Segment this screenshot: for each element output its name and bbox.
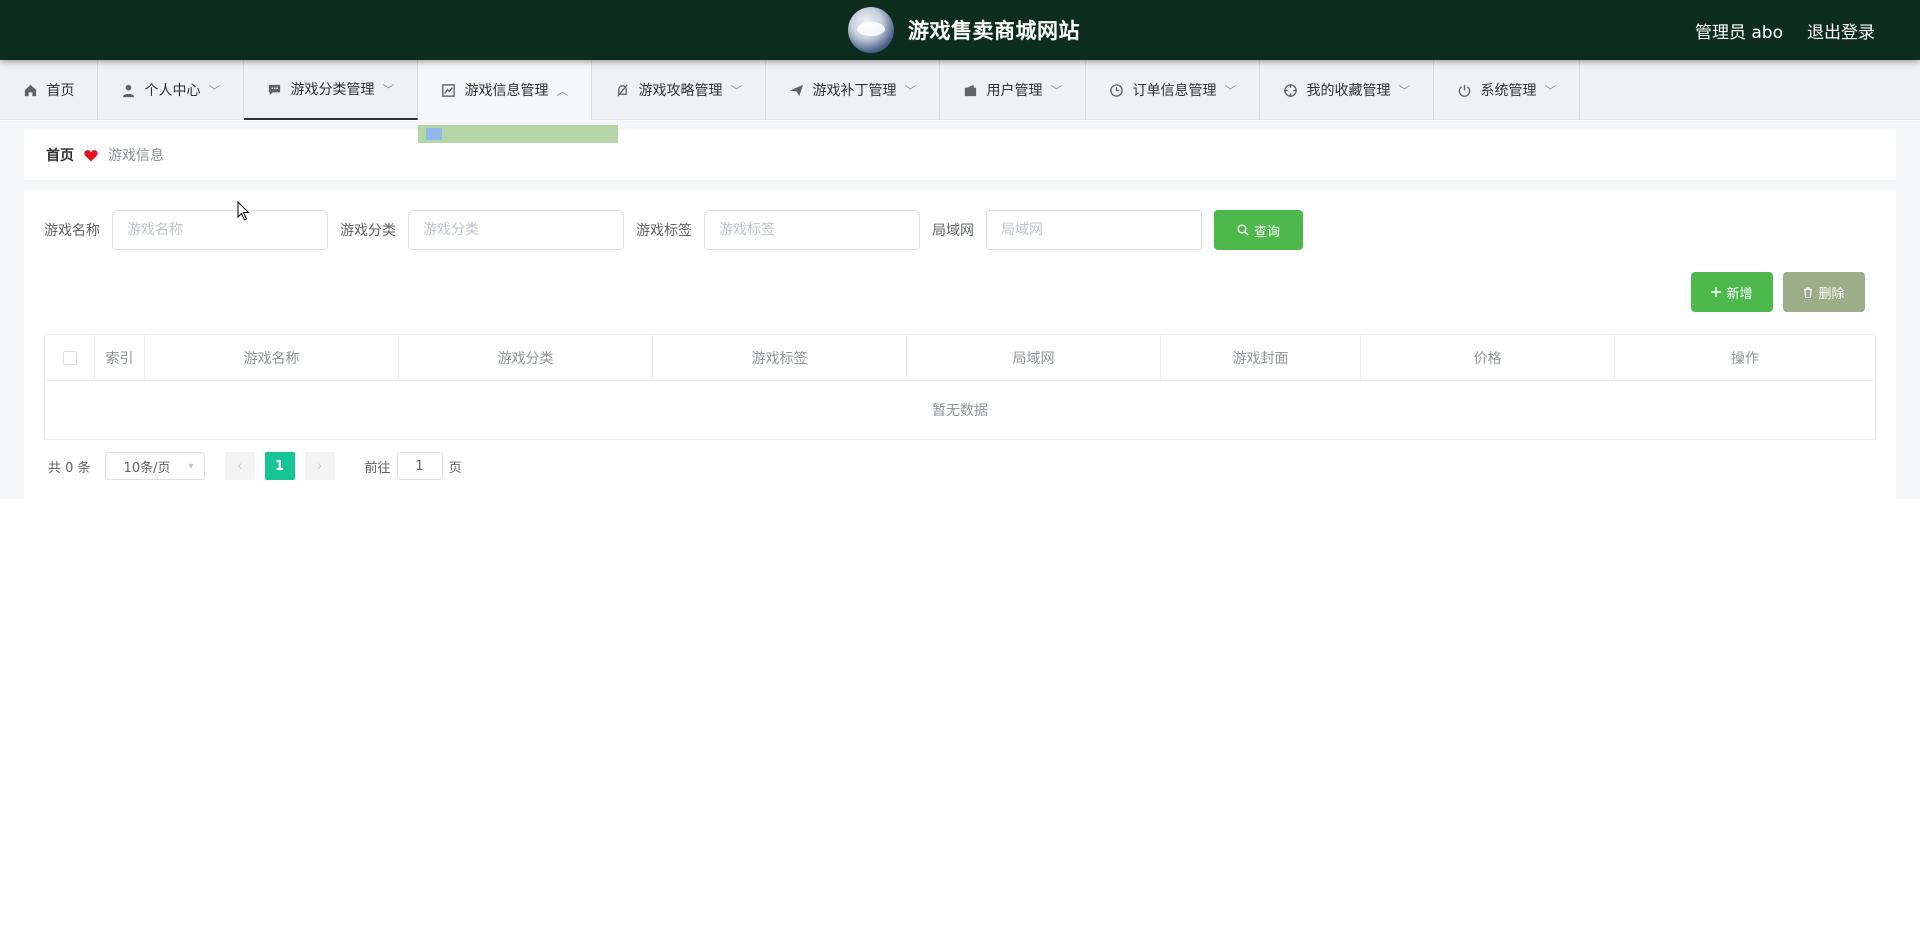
column-header[interactable]: 游戏名称 [145,335,399,380]
nav-item-label: 订单信息管理 [1132,83,1217,99]
nav-item-user-management[interactable]: 用户管理 ﹀ [940,60,1086,120]
search-button[interactable]: 查询 [1214,210,1303,250]
submenu-dropdown[interactable] [418,125,618,143]
search-button-label: 查询 [1253,224,1280,240]
main-panel: 游戏名称 游戏分类 游戏标签 局域网 查询 新增 删除 索引 [24,190,1896,499]
search-label-game-tag: 游戏标签 [636,223,692,239]
chat-icon [266,81,282,97]
nav-item-label: 游戏分类管理 [290,82,375,98]
chevron-down-icon: ﹀ [382,82,395,97]
chevron-down-icon: ﹀ [730,83,743,98]
breadcrumb-home[interactable]: 首页 [46,145,74,165]
data-table: 索引 游戏名称 游戏分类 游戏标签 局域网 游戏封面 价格 操作 暂无数据 [44,334,1876,440]
nav-item-label: 游戏信息管理 [464,83,549,99]
chevron-down-icon: ﹀ [1224,83,1237,98]
select-all-checkbox[interactable] [62,350,77,365]
nav-item-game-category[interactable]: 游戏分类管理 ﹀ [244,60,418,120]
chevron-down-icon: ﹀ [904,83,917,98]
search-label-game-category: 游戏分类 [340,223,396,239]
chevron-down-icon: ﹀ [1544,83,1557,98]
plus-icon [1711,287,1722,297]
add-button[interactable]: 新增 [1691,272,1773,312]
nav-item-game-guide[interactable]: 游戏攻略管理 ﹀ [592,60,766,120]
game-category-input[interactable] [408,210,624,250]
search-label-game-name: 游戏名称 [44,223,100,239]
column-header[interactable]: 局域网 [907,335,1161,380]
table-header: 索引 游戏名称 游戏分类 游戏标签 局域网 游戏封面 价格 操作 [45,335,1875,381]
home-icon [23,82,39,98]
nav-item-game-info[interactable]: 游戏信息管理 ︿ [418,60,592,120]
nav-item-label: 我的收藏管理 [1306,83,1391,99]
nav-item-home[interactable]: 首页 [0,60,98,120]
power-icon [1456,82,1472,98]
send-icon [788,82,804,98]
search-label-lan: 局域网 [932,223,974,239]
game-tag-input[interactable] [704,210,920,250]
delete-button[interactable]: 删除 [1783,272,1865,312]
submenu-highlight [426,128,442,140]
nav-item-game-patch[interactable]: 游戏补丁管理 ﹀ [766,60,940,120]
clock-icon [1108,82,1124,98]
chevron-down-icon: ﹀ [208,83,221,98]
empty-state: 暂无数据 [45,381,1875,440]
goto-label: 前往 [364,460,391,476]
nav-item-label: 用户管理 [986,83,1043,99]
header-user-area: 管理员 abo 退出登录 [1695,18,1875,43]
nav-item-label: 个人中心 [144,83,201,99]
wallet-icon [962,82,978,98]
goto-page-input[interactable] [396,452,443,480]
chevron-down-icon: ﹀ [1050,83,1063,98]
nav-item-personal-center[interactable]: 个人中心 ﹀ [98,60,244,120]
prev-page-button[interactable]: ‹ [224,452,255,480]
nav-item-label: 游戏补丁管理 [812,83,897,99]
game-name-input[interactable] [112,210,328,250]
breadcrumb: 首页 游戏信息 [24,130,1896,180]
trash-icon [1803,286,1813,298]
top-header: 游戏售卖商城网站 管理员 abo 退出登录 [0,0,1920,60]
next-page-button[interactable]: › [304,452,335,480]
column-header[interactable]: 游戏封面 [1161,335,1361,380]
chevron-up-icon: ︿ [556,83,569,98]
chevron-left-icon: ‹ [236,458,243,474]
column-header[interactable]: 索引 [95,335,145,380]
user-icon [120,82,136,98]
column-header[interactable]: 游戏标签 [653,335,907,380]
chart-icon [440,82,456,98]
column-header: 操作 [1731,350,1759,367]
pagination: 共 0 条 10条/页 ▾ ‹ 1 › 前往 页 [48,452,462,480]
add-button-label: 新增 [1726,286,1753,302]
page-size-value: 10条/页 [123,460,171,476]
delete-button-label: 删除 [1818,286,1845,302]
select-all-cell [45,335,95,380]
search-form: 游戏名称 游戏分类 游戏标签 局域网 查询 [44,210,1303,250]
nav-item-order-info[interactable]: 订单信息管理 ﹀ [1086,60,1260,120]
site-logo [848,7,894,53]
current-user-label: 管理员 abo [1694,23,1783,43]
page-number-button[interactable]: 1 [264,452,295,480]
site-title: 游戏售卖商城网站 [908,19,1080,43]
chevron-right-icon: › [316,458,323,474]
mouse-cursor-icon [237,200,251,225]
page-size-select[interactable]: 10条/页 ▾ [104,452,205,480]
nav-item-label: 游戏攻略管理 [638,83,723,99]
total-count: 共 0 条 [48,460,91,476]
nav-item-system[interactable]: 系统管理 ﹀ [1434,60,1580,120]
page-suffix-label: 页 [448,460,462,476]
column-header[interactable]: 价格 [1361,335,1615,380]
crosshair-icon [1282,82,1298,98]
nav-item-label: 系统管理 [1480,83,1537,99]
search-icon [1237,224,1249,236]
chevron-down-icon: ▾ [188,460,194,472]
breadcrumb-current: 游戏信息 [108,148,164,164]
logout-link[interactable]: 退出登录 [1807,18,1875,43]
lan-input[interactable] [986,210,1202,250]
main-nav: 首页 个人中心 ﹀ 游戏分类管理 ﹀ 游戏信息管理 ︿ 游戏攻略管理 ﹀ 游戏补… [0,60,1920,120]
bell-off-icon [614,82,630,98]
brand: 游戏售卖商城网站 [848,7,1080,53]
heart-icon [84,149,98,162]
nav-item-label: 首页 [46,83,75,99]
chevron-down-icon: ﹀ [1398,83,1411,98]
nav-item-favorites[interactable]: 我的收藏管理 ﹀ [1260,60,1434,120]
column-header[interactable]: 游戏分类 [399,335,653,380]
